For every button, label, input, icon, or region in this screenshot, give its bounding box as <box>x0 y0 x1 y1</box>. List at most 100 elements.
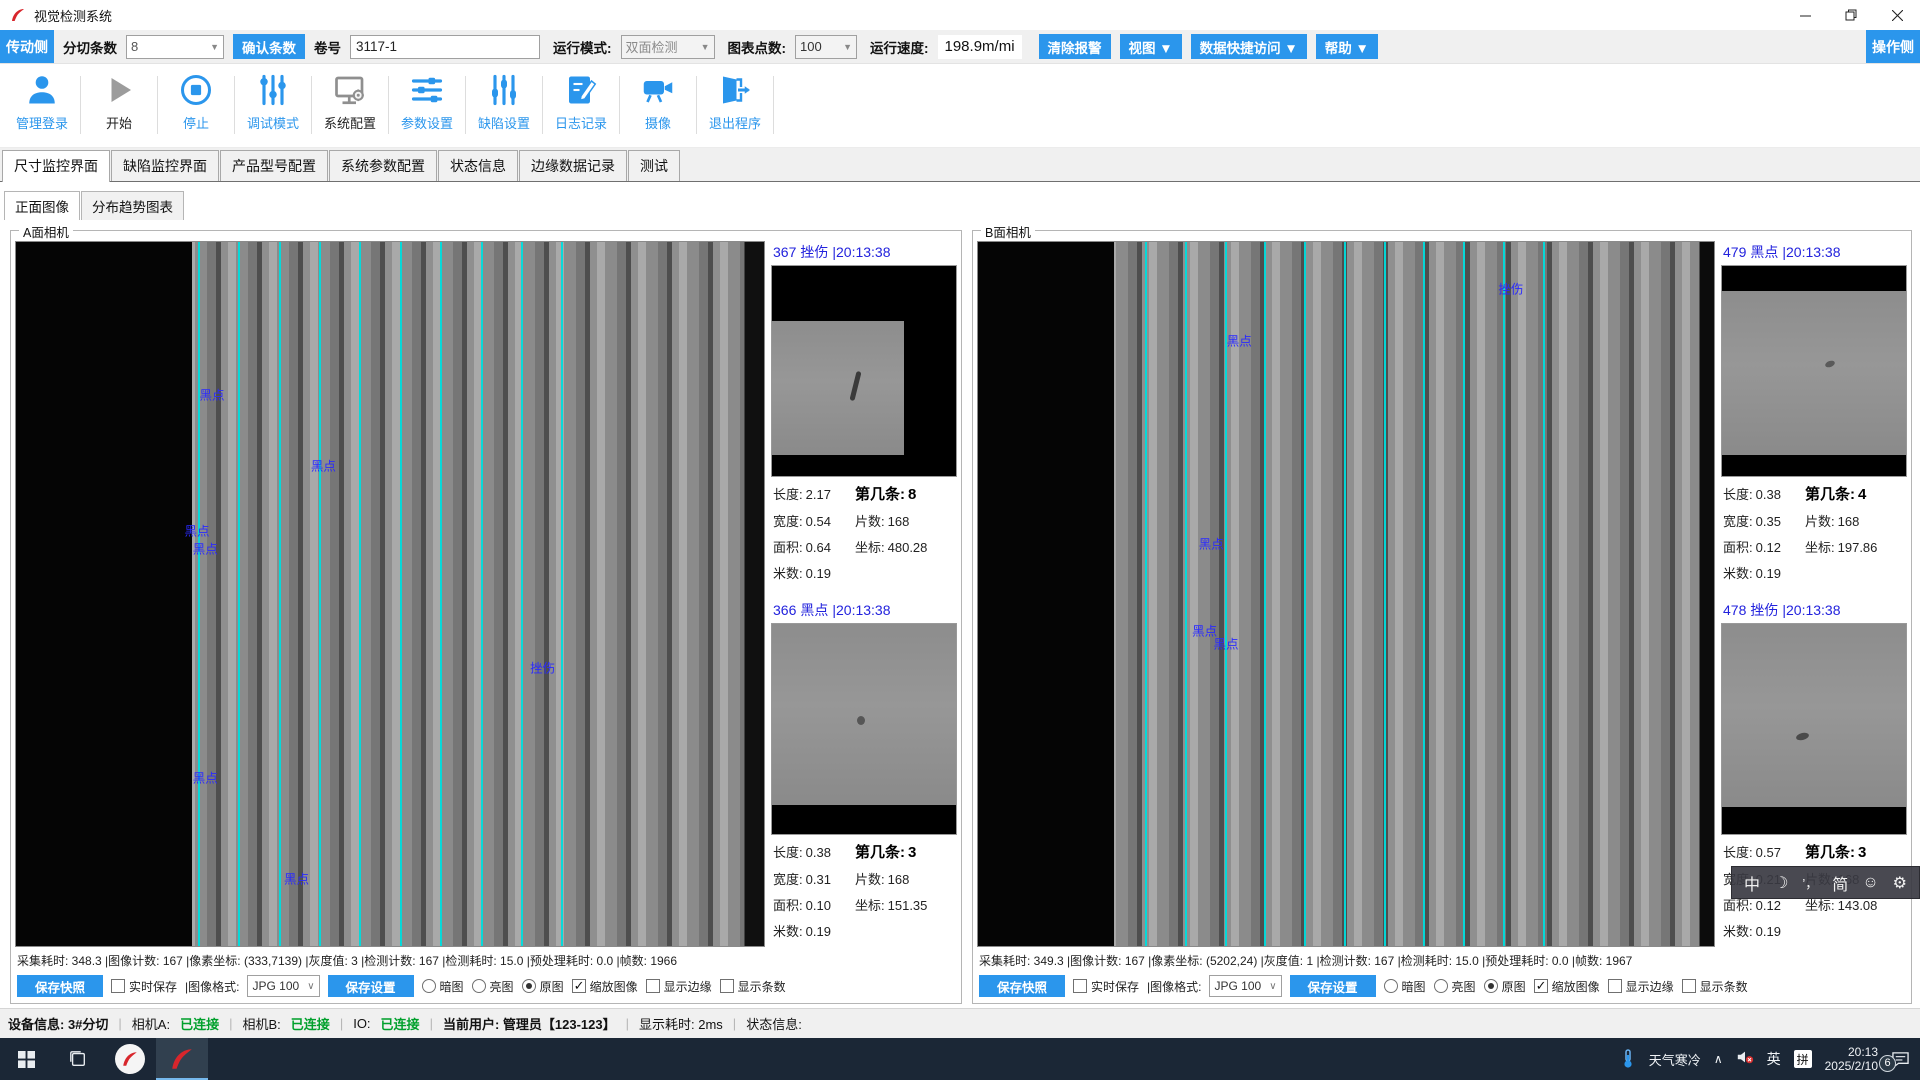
show-strips-checkbox[interactable] <box>1682 979 1696 993</box>
minimize-button[interactable] <box>1782 0 1828 30</box>
bright-image-radio[interactable] <box>472 979 486 993</box>
defect-card[interactable]: 479黑点|20:13:38 长度:0.38第几条:4 宽度:0.35片数:16… <box>1721 241 1907 589</box>
image-format-select[interactable]: JPG 100∨ <box>1209 975 1281 997</box>
clear-alarm-button[interactable]: 清除报警 <box>1039 34 1111 59</box>
roll-label: 卷号 <box>314 37 341 57</box>
view-menu-button[interactable]: 视图 ▼ <box>1120 34 1182 59</box>
sliders-horizontal-icon <box>409 72 445 108</box>
log-record-button[interactable]: 日志记录 <box>543 70 619 132</box>
start-button[interactable]: 开始 <box>81 70 157 132</box>
language-indicator[interactable]: 英 <box>1767 1049 1781 1069</box>
tab-system-params[interactable]: 系统参数配置 <box>329 150 437 181</box>
debug-mode-button[interactable]: 调试模式 <box>235 70 311 132</box>
show-strips-checkbox[interactable] <box>720 979 734 993</box>
defect-card[interactable]: 366黑点|20:13:38 长度:0.38第几条:3 宽度:0.31片数:16… <box>771 599 957 947</box>
save-settings-button[interactable]: 保存设置 <box>328 975 414 997</box>
operator-side-button[interactable]: 操作侧 <box>1866 30 1920 63</box>
roll-input[interactable] <box>350 35 540 59</box>
strip-boundary-line <box>319 242 321 946</box>
tab-test[interactable]: 测试 <box>628 150 680 181</box>
tab-edge-data[interactable]: 边缘数据记录 <box>519 150 627 181</box>
strip-boundary-line <box>1344 242 1346 946</box>
defect-card[interactable]: 367挫伤|20:13:38 长度:2.17第几条:8 宽度:0.54片数:16… <box>771 241 957 589</box>
tab-size-monitor[interactable]: 尺寸监控界面 <box>2 150 110 182</box>
realtime-save-checkbox[interactable] <box>111 979 125 993</box>
title-bar: 视觉检测系统 <box>0 0 1920 30</box>
dark-image-radio[interactable] <box>422 979 436 993</box>
defect-header: 479黑点|20:13:38 <box>1721 241 1907 265</box>
tab-defect-monitor[interactable]: 缺陷监控界面 <box>111 150 219 181</box>
save-settings-button[interactable]: 保存设置 <box>1290 975 1376 997</box>
save-snapshot-button[interactable]: 保存快照 <box>979 975 1065 997</box>
close-button[interactable] <box>1874 0 1920 30</box>
original-image-radio[interactable] <box>522 979 536 993</box>
task-view-button[interactable] <box>52 1038 104 1080</box>
pinned-app-button[interactable] <box>104 1038 156 1080</box>
original-image-radio[interactable] <box>1484 979 1498 993</box>
help-menu-button[interactable]: 帮助 ▼ <box>1316 34 1378 59</box>
tray-expand-caret[interactable]: ∧ <box>1714 1052 1723 1066</box>
show-edges-checkbox[interactable] <box>646 979 660 993</box>
defect-header: 366黑点|20:13:38 <box>771 599 957 623</box>
ime-indicator[interactable]: 拼 <box>1794 1050 1812 1068</box>
dark-image-radio[interactable] <box>1384 979 1398 993</box>
start-menu-button[interactable] <box>0 1038 52 1080</box>
capture-button[interactable]: 摄像 <box>620 70 696 132</box>
strip-boundary-line <box>561 242 563 946</box>
camera-image-b: 挫伤黑点黑点黑点黑点 <box>977 241 1715 947</box>
param-settings-button[interactable]: 参数设置 <box>389 70 465 132</box>
notification-badge: 6 <box>1879 1055 1896 1072</box>
ime-moon-icon[interactable]: ☽ <box>1774 873 1788 893</box>
run-speed-value: 198.9m/mi <box>938 35 1022 59</box>
chevron-down-icon: ∨ <box>307 981 314 992</box>
defect-settings-button[interactable]: 缺陷设置 <box>466 70 542 132</box>
tab-trend-chart[interactable]: 分布趋势图表 <box>81 191 184 220</box>
defect-header: 478挫伤|20:13:38 <box>1721 599 1907 623</box>
bright-image-radio[interactable] <box>1434 979 1448 993</box>
tab-product-model[interactable]: 产品型号配置 <box>220 150 328 181</box>
slit-count-select[interactable]: 8▼ <box>126 35 224 59</box>
chevron-down-icon: ∨ <box>1269 981 1276 992</box>
realtime-save-checkbox[interactable] <box>1073 979 1087 993</box>
defect-annotation: 挫伤 <box>1498 279 1523 298</box>
ime-settings-icon[interactable]: ⚙ <box>1893 873 1907 893</box>
system-tray: 天气寒冷 ∧ 英 拼 20:13 2025/2/10 6 <box>1610 1038 1920 1080</box>
run-mode-select[interactable]: 双面检测▼ <box>621 35 715 59</box>
ime-emoji-icon[interactable]: ☺ <box>1862 874 1878 892</box>
sub-tab-bar: 正面图像 分布趋势图表 <box>0 182 1920 220</box>
zoom-image-checkbox[interactable] <box>1534 979 1548 993</box>
exit-program-button[interactable]: 退出程序 <box>697 70 773 132</box>
system-config-button[interactable]: 系统配置 <box>312 70 388 132</box>
save-snapshot-button[interactable]: 保存快照 <box>17 975 103 997</box>
image-format-select[interactable]: JPG 100∨ <box>247 975 319 997</box>
tab-front-image[interactable]: 正面图像 <box>4 191 80 220</box>
ime-simplified-toggle[interactable]: 简 <box>1832 871 1848 895</box>
ime-lang-toggle[interactable]: 中 <box>1744 871 1760 895</box>
panel-b-status: 采集耗时: 349.3 |图像计数: 167 |像素坐标: (5202,24) … <box>977 947 1907 972</box>
strip-boundary-line <box>440 242 442 946</box>
stop-button[interactable]: 停止 <box>158 70 234 132</box>
weather-text[interactable]: 天气寒冷 <box>1649 1050 1701 1069</box>
current-user: 当前用户: 管理员【123-123】 <box>443 1014 616 1033</box>
app-logo-icon <box>115 1044 145 1074</box>
chart-points-label: 图表点数: <box>728 37 787 57</box>
confirm-count-button[interactable]: 确认条数 <box>233 34 305 59</box>
drive-side-button[interactable]: 传动侧 <box>0 30 54 63</box>
admin-login-button[interactable]: 管理登录 <box>4 70 80 132</box>
volume-muted-icon[interactable] <box>1736 1049 1754 1070</box>
clock[interactable]: 20:13 2025/2/10 <box>1825 1045 1878 1073</box>
ime-punctuation-toggle[interactable]: ’， <box>1802 873 1818 892</box>
zoom-image-checkbox[interactable] <box>572 979 586 993</box>
defect-list-b: 479黑点|20:13:38 长度:0.38第几条:4 宽度:0.35片数:16… <box>1721 241 1907 947</box>
taskbar: 天气寒冷 ∧ 英 拼 20:13 2025/2/10 6 <box>0 1038 1920 1080</box>
running-app-button[interactable] <box>156 1038 208 1080</box>
notification-center-button[interactable]: 6 <box>1891 1051 1910 1068</box>
camera-b-status: 已连接 <box>291 1014 330 1033</box>
panel-a-title: A面相机 <box>19 222 73 241</box>
restore-button[interactable] <box>1828 0 1874 30</box>
data-quick-access-button[interactable]: 数据快捷访问 ▼ <box>1191 34 1307 59</box>
show-edges-checkbox[interactable] <box>1608 979 1622 993</box>
chart-points-select[interactable]: 100▼ <box>795 35 857 59</box>
tab-status-info[interactable]: 状态信息 <box>438 150 518 181</box>
display-time: 显示耗时: 2ms <box>639 1014 723 1033</box>
